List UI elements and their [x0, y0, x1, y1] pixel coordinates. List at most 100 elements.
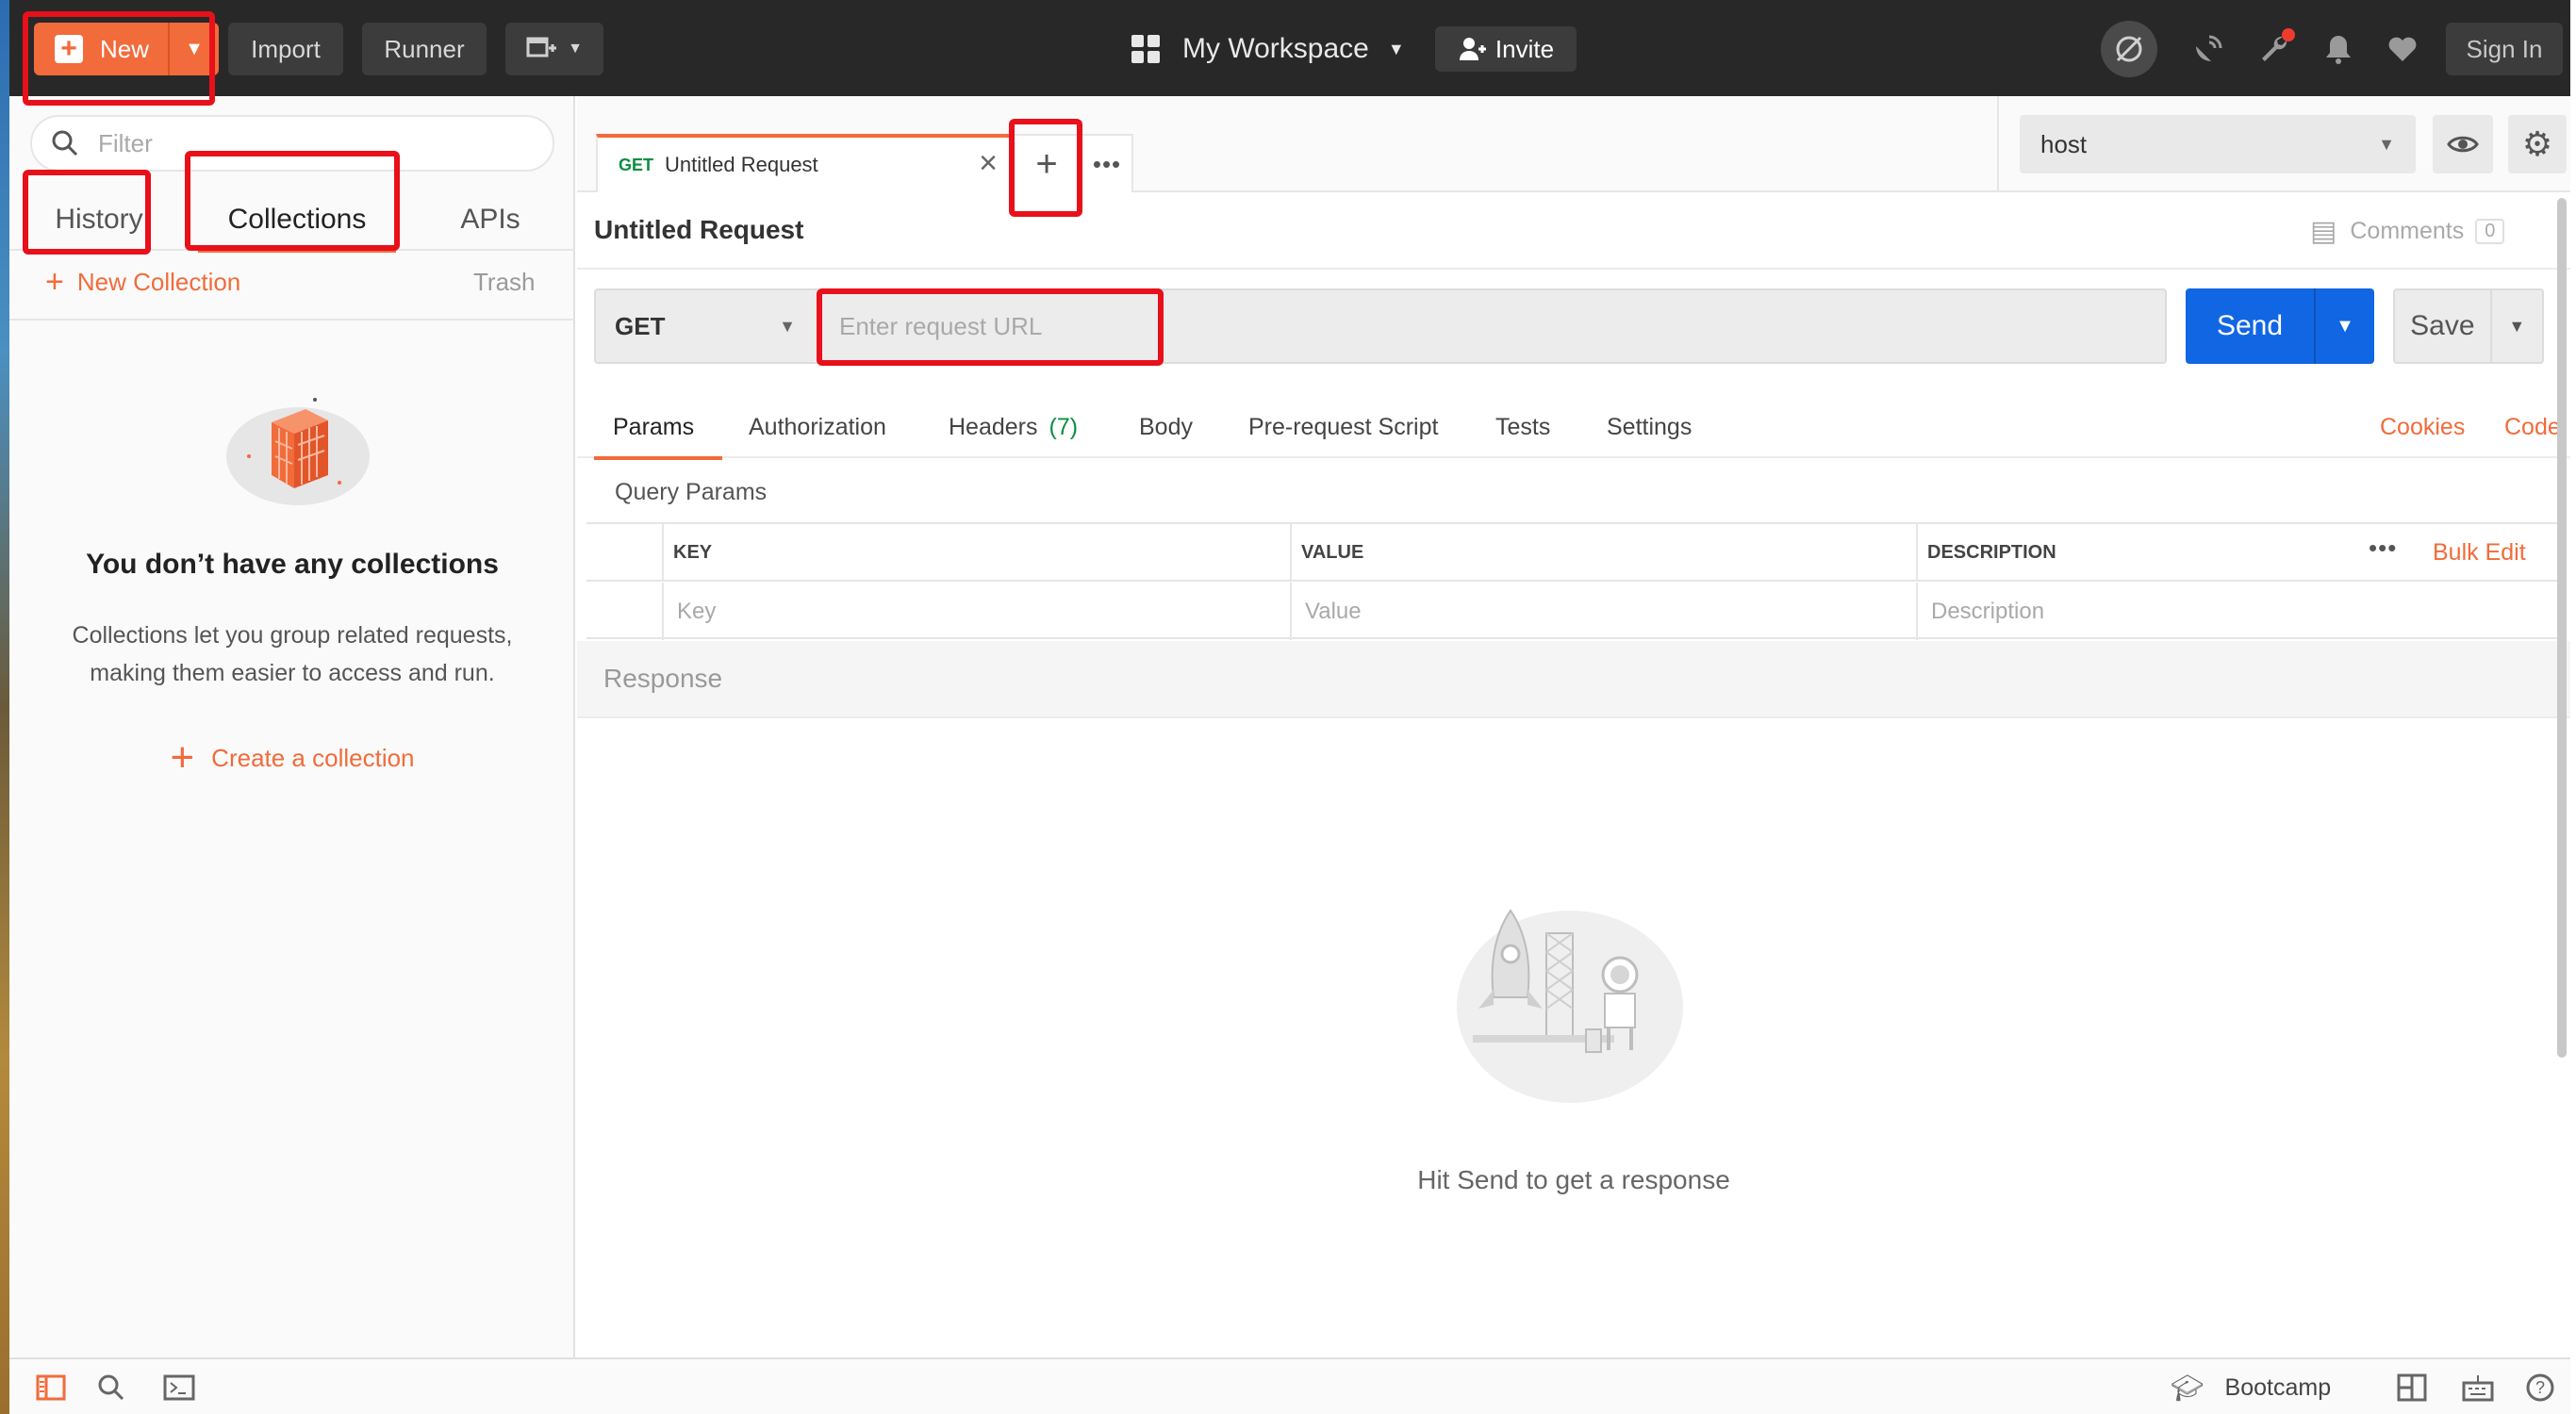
keyboard-shortcuts-icon[interactable] — [2461, 1371, 2495, 1405]
empty-collections-title: You don’t have any collections — [86, 549, 499, 580]
url-input[interactable] — [822, 288, 2167, 364]
method-select[interactable]: GET ▼ — [594, 288, 820, 364]
heart-icon[interactable] — [2382, 28, 2423, 70]
code-link[interactable]: Code — [2504, 396, 2561, 458]
toggle-sidebar-icon[interactable] — [34, 1371, 68, 1405]
workspace-label: My Workspace — [1182, 33, 1369, 64]
response-header: Response — [577, 641, 2570, 718]
tab-settings[interactable]: Settings — [1607, 396, 1692, 458]
environment-quick-look-button[interactable] — [2433, 115, 2493, 173]
tab-collections[interactable]: Collections — [198, 189, 396, 253]
find-replace-icon[interactable] — [94, 1371, 128, 1405]
rocket-astronaut-illustration — [1457, 909, 1683, 1103]
plus-icon: + — [55, 35, 83, 63]
notification-dot — [2282, 28, 2295, 41]
environment-area: host ▼ ⚙ — [1997, 96, 2570, 192]
tab-tests[interactable]: Tests — [1495, 396, 1550, 458]
tab-headers[interactable]: Headers (7) — [949, 396, 1078, 458]
bulk-edit-link[interactable]: Bulk Edit — [2433, 539, 2526, 567]
request-tab[interactable]: GET Untitled Request × — [596, 134, 1013, 192]
headers-count: (7) — [1049, 413, 1079, 440]
tab-authorization[interactable]: Authorization — [749, 396, 886, 458]
value-field[interactable]: Value — [1290, 583, 1916, 640]
bootcamp-button[interactable]: 🎓︎ Bootcamp — [2171, 1371, 2331, 1405]
description-field[interactable]: Description — [1916, 583, 2565, 640]
key-field[interactable]: Key — [662, 583, 1290, 640]
column-header-value: VALUE — [1290, 524, 1916, 582]
eye-icon — [2447, 136, 2479, 153]
new-window-button[interactable]: ▼ — [505, 23, 603, 75]
create-collection-label: Create a collection — [211, 743, 415, 772]
graduation-cap-icon: 🎓︎ — [2171, 1373, 2204, 1403]
more-icon: ••• — [1092, 149, 1122, 178]
console-icon[interactable] — [162, 1371, 196, 1405]
divider — [577, 268, 2570, 270]
new-collection-button[interactable]: + New Collection — [45, 266, 240, 298]
tab-body[interactable]: Body — [1139, 396, 1193, 458]
method-value: GET — [615, 311, 666, 340]
add-tab-button[interactable]: + — [1013, 134, 1081, 192]
request-tab-method: GET — [619, 155, 654, 174]
workspace-switcher[interactable]: My Workspace ▼ — [1131, 23, 1405, 75]
tab-pre-request-script[interactable]: Pre-request Script — [1248, 396, 1438, 458]
send-label[interactable]: Send — [2186, 310, 2314, 342]
save-button[interactable]: Save ▼ — [2393, 288, 2544, 364]
two-pane-view-icon[interactable] — [2395, 1371, 2429, 1405]
send-button[interactable]: Send ▼ — [2186, 288, 2374, 364]
plus-icon: + — [170, 734, 195, 781]
close-icon[interactable]: × — [979, 145, 998, 182]
search-icon — [52, 130, 78, 156]
runner-button[interactable]: Runner — [362, 23, 487, 75]
environment-select[interactable]: host ▼ — [2020, 115, 2416, 173]
tab-headers-label: Headers — [949, 413, 1038, 440]
column-header-key: KEY — [662, 524, 1290, 582]
new-window-icon — [526, 37, 557, 58]
save-label[interactable]: Save — [2395, 310, 2490, 342]
empty-collections-description: Collections let you group related reques… — [72, 622, 513, 686]
tab-apis[interactable]: APIs — [424, 189, 556, 251]
save-dropdown-button[interactable]: ▼ — [2489, 290, 2542, 362]
trash-link[interactable]: Trash — [473, 268, 536, 297]
more-icon[interactable]: ••• — [2369, 534, 2397, 563]
table-row: Key Value Description — [586, 583, 2565, 640]
caret-down-icon: ▼ — [185, 38, 204, 59]
environment-value: host — [2040, 129, 2088, 158]
satellite-icon[interactable] — [2188, 28, 2229, 70]
new-button[interactable]: + New ▼ — [34, 23, 219, 75]
import-button[interactable]: Import — [228, 23, 343, 75]
send-dropdown-button[interactable]: ▼ — [2314, 288, 2374, 364]
request-tab-name: Untitled Request — [665, 153, 818, 176]
plus-icon: + — [45, 264, 64, 300]
filter-input[interactable] — [98, 128, 513, 158]
comments-button[interactable]: ▤ Comments 0 — [2310, 215, 2505, 248]
invite-label: Invite — [1494, 34, 1555, 63]
scrollbar[interactable] — [2557, 198, 2567, 1058]
caret-down-icon: ▼ — [1387, 39, 1405, 58]
sync-off-icon[interactable] — [2101, 21, 2157, 77]
query-params-title: Query Params — [615, 479, 768, 505]
request-title: Untitled Request — [594, 215, 804, 244]
new-collection-label: New Collection — [76, 267, 241, 296]
table-header-row: KEY VALUE DESCRIPTION — [586, 524, 2565, 582]
bell-icon[interactable] — [2318, 28, 2359, 70]
tab-params[interactable]: Params — [593, 396, 723, 460]
sidebar-tabs: History Collections APIs — [9, 189, 575, 253]
gear-icon: ⚙ — [2521, 124, 2553, 163]
postman-window: + New ▼ Import Runner ▼ My Workspace ▼ I… — [9, 0, 2570, 1414]
cookies-link[interactable]: Cookies — [2380, 396, 2465, 458]
new-dropdown-button[interactable]: ▼ — [168, 23, 219, 75]
plus-icon: + — [1035, 142, 1058, 185]
comment-icon: ▤ — [2310, 216, 2337, 247]
comments-count: 0 — [2475, 219, 2505, 244]
manage-environments-button[interactable]: ⚙ — [2508, 115, 2567, 173]
more-tabs-button[interactable]: ••• — [1081, 134, 1133, 192]
filter-box[interactable] — [30, 115, 554, 172]
invite-button[interactable]: Invite — [1435, 26, 1577, 72]
help-icon[interactable]: ? — [2523, 1371, 2557, 1405]
new-button-main[interactable]: + New — [34, 23, 168, 75]
create-collection-link[interactable]: + Create a collection — [9, 737, 575, 779]
tab-history[interactable]: History — [28, 189, 170, 251]
caret-down-icon: ▼ — [2336, 315, 2354, 337]
sign-in-button[interactable]: Sign In — [2446, 23, 2563, 75]
grid-icon — [1131, 35, 1160, 63]
